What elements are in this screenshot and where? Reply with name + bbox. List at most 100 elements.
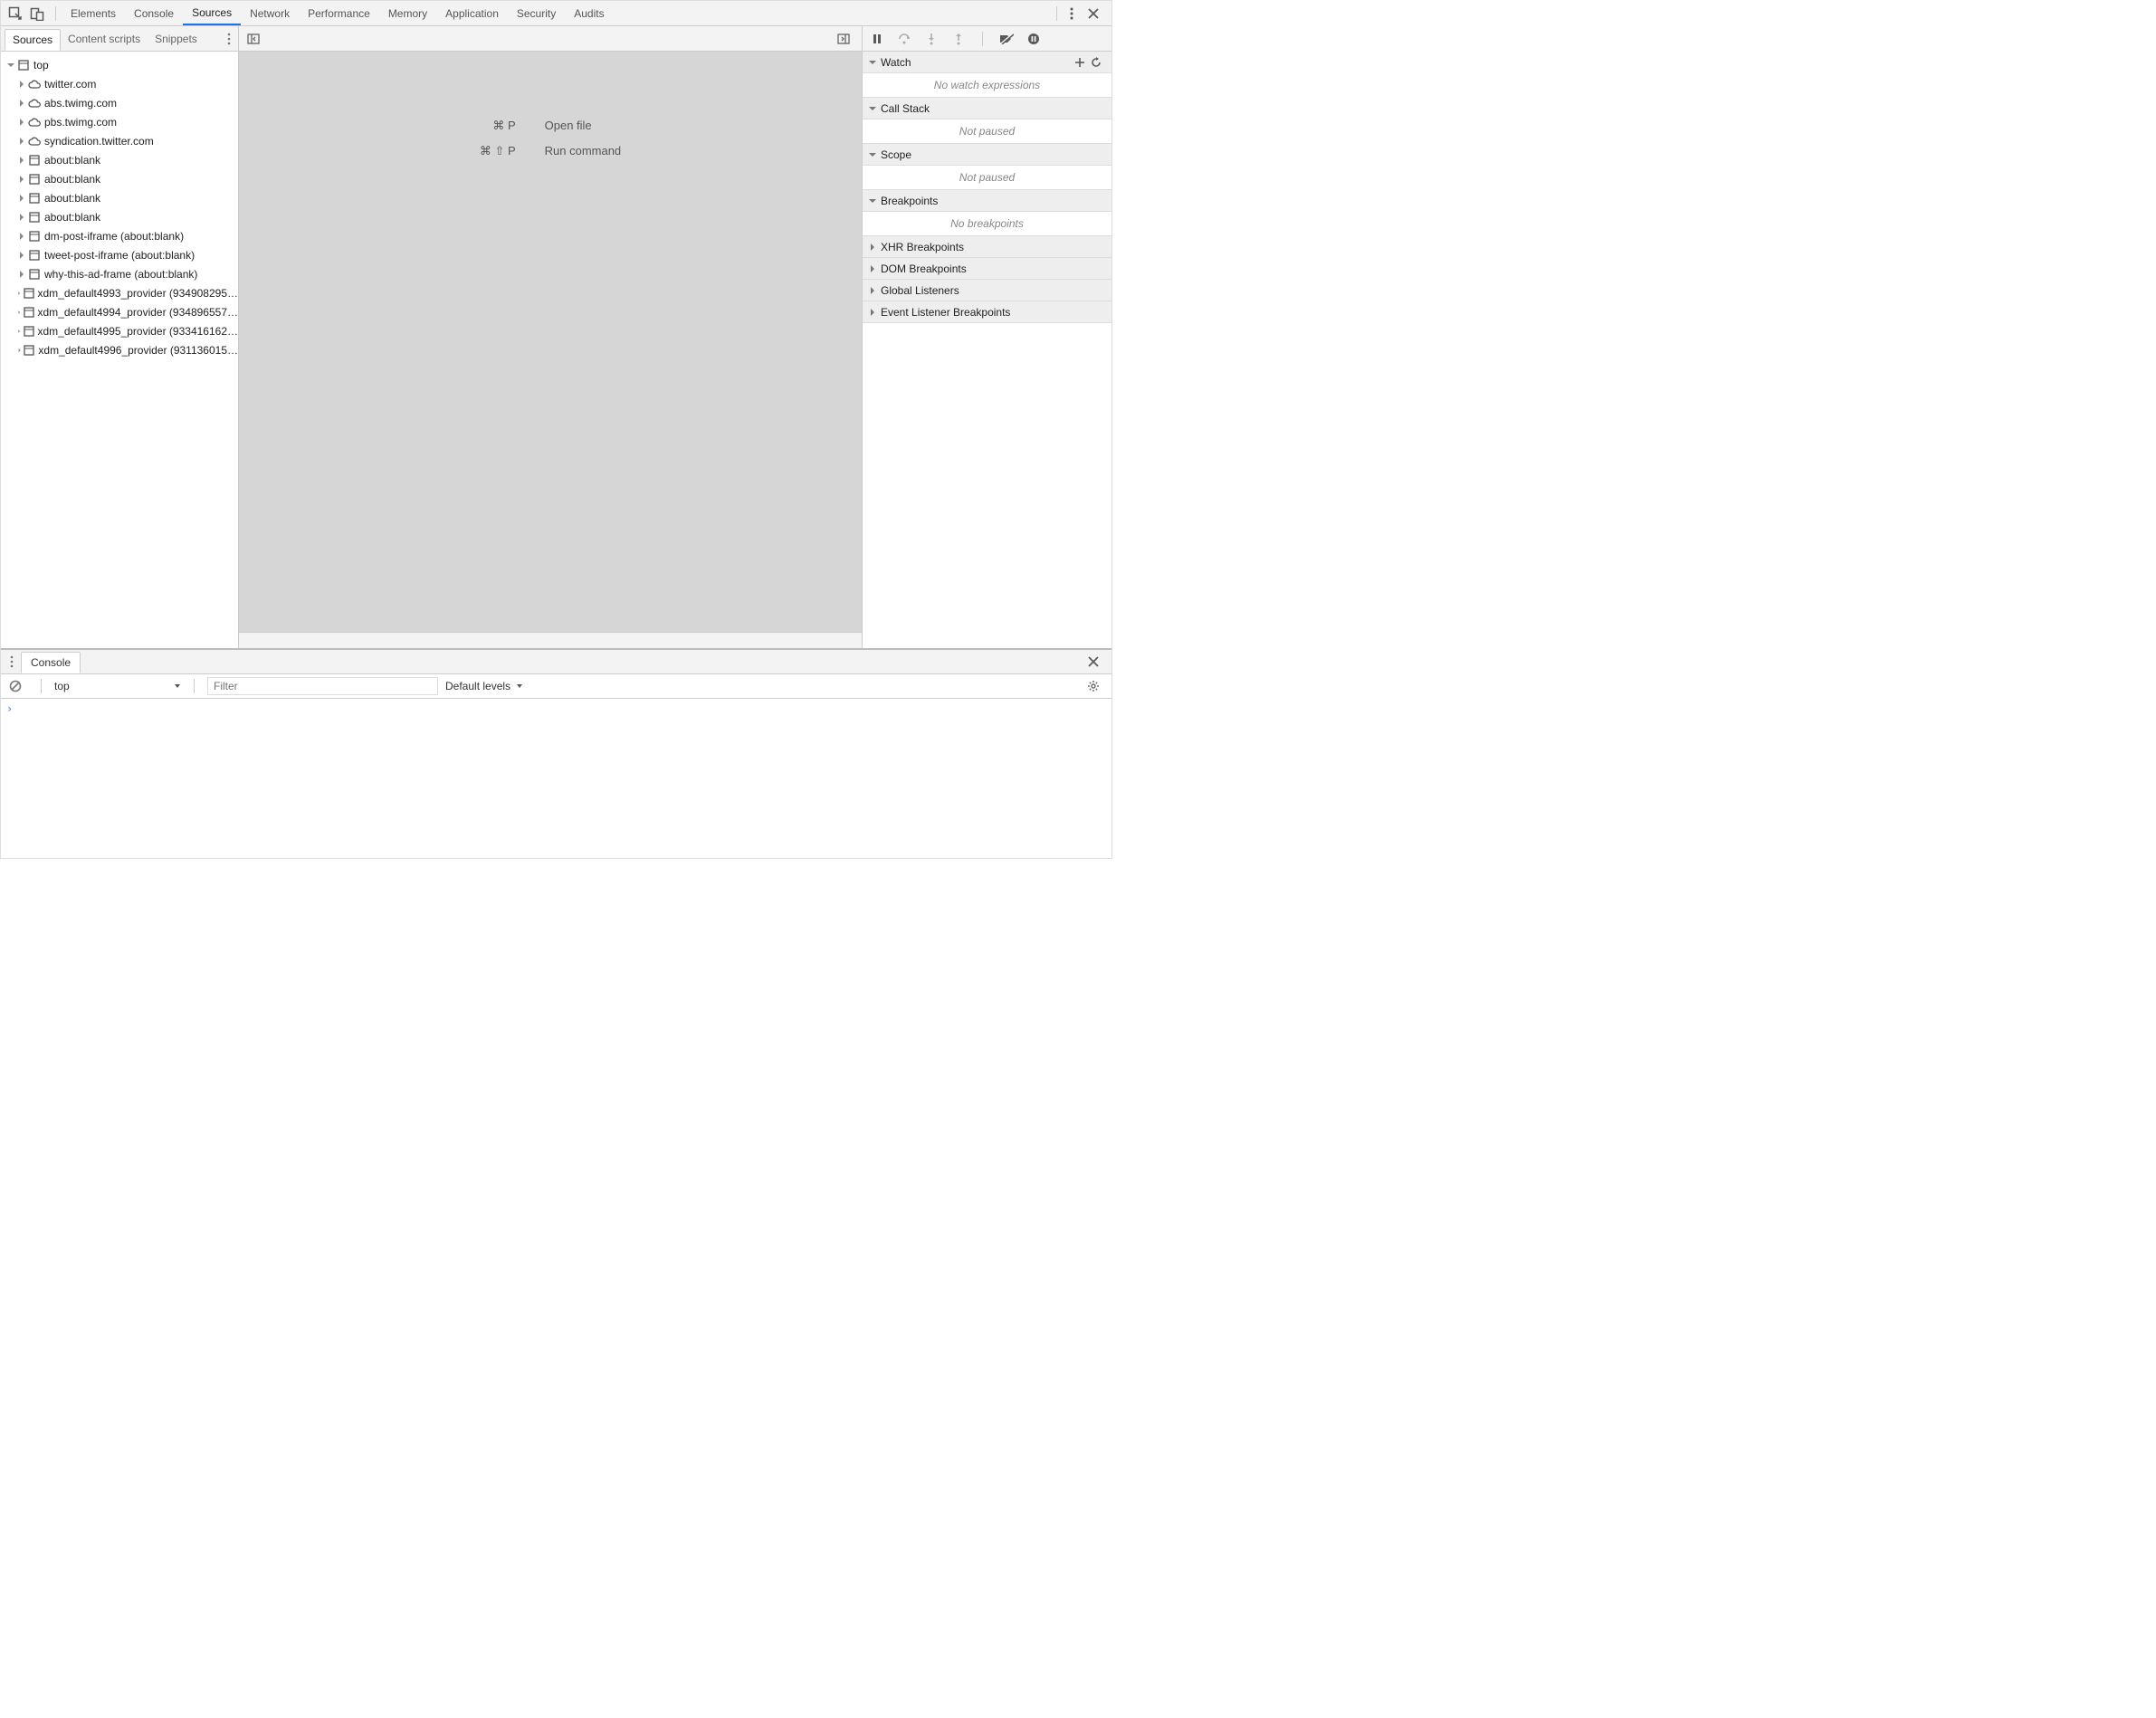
panel-global-listeners[interactable]: Global Listeners bbox=[863, 280, 1111, 301]
tree-root[interactable]: top bbox=[1, 55, 238, 74]
panel-watch[interactable]: Watch bbox=[863, 52, 1111, 73]
panel-title: Breakpoints bbox=[881, 195, 938, 207]
add-icon[interactable] bbox=[1073, 56, 1086, 69]
panel-event-breakpoints[interactable]: Event Listener Breakpoints bbox=[863, 301, 1111, 323]
scope-body: Not paused bbox=[863, 166, 1111, 190]
tab-performance[interactable]: Performance bbox=[299, 1, 379, 25]
chevron-right-icon bbox=[17, 175, 26, 184]
context-value: top bbox=[54, 680, 70, 692]
context-select[interactable]: top bbox=[54, 680, 181, 692]
tree-item[interactable]: pbs.twimg.com bbox=[1, 112, 238, 131]
tree-item[interactable]: about:blank bbox=[1, 169, 238, 188]
tree-label: about:blank bbox=[44, 211, 100, 224]
tab-sources[interactable]: Sources bbox=[183, 1, 241, 25]
pause-on-exceptions-icon[interactable] bbox=[1025, 30, 1043, 48]
nav-tab-content-scripts[interactable]: Content scripts bbox=[61, 29, 148, 49]
chevron-right-icon bbox=[17, 118, 26, 127]
panel-dom-breakpoints[interactable]: DOM Breakpoints bbox=[863, 258, 1111, 280]
tab-network[interactable]: Network bbox=[241, 1, 299, 25]
chevron-down-icon bbox=[868, 150, 877, 159]
chevron-right-icon bbox=[17, 213, 26, 222]
panel-breakpoints[interactable]: Breakpoints bbox=[863, 190, 1111, 212]
pause-icon[interactable] bbox=[868, 30, 886, 48]
kebab-menu-icon[interactable] bbox=[224, 31, 234, 47]
chevron-right-icon bbox=[17, 270, 26, 279]
nav-tab-snippets[interactable]: Snippets bbox=[148, 29, 205, 49]
tree-item[interactable]: twitter.com bbox=[1, 74, 238, 93]
chevron-right-icon bbox=[17, 346, 22, 355]
shortcut-key: ⌘ P bbox=[480, 119, 516, 133]
chevron-right-icon bbox=[17, 327, 22, 336]
panel-title: Call Stack bbox=[881, 102, 930, 115]
frame-icon bbox=[24, 287, 34, 300]
tree-item[interactable]: xdm_default4995_provider (933416162… bbox=[1, 321, 238, 340]
chevron-right-icon bbox=[868, 308, 877, 317]
drawer-tab-console[interactable]: Console bbox=[21, 652, 81, 673]
kebab-menu-icon[interactable] bbox=[6, 654, 17, 670]
cloud-icon bbox=[28, 97, 41, 110]
tab-elements[interactable]: Elements bbox=[62, 1, 125, 25]
chevron-right-icon bbox=[17, 99, 26, 108]
editor-pane: ⌘ P Open file ⌘ ⇧ P Run command bbox=[239, 26, 862, 648]
console-body[interactable]: › bbox=[1, 699, 1111, 858]
tree-item[interactable]: about:blank bbox=[1, 150, 238, 169]
shortcut-label: Run command bbox=[545, 144, 622, 158]
tree-item[interactable]: about:blank bbox=[1, 207, 238, 226]
editor-tabstrip bbox=[239, 26, 862, 52]
filter-input[interactable] bbox=[207, 677, 438, 695]
tree-item[interactable]: xdm_default4993_provider (934908295… bbox=[1, 283, 238, 302]
close-icon[interactable] bbox=[1084, 653, 1102, 671]
divider bbox=[55, 6, 56, 21]
gear-icon[interactable] bbox=[1084, 677, 1102, 695]
show-debugger-icon[interactable] bbox=[835, 30, 853, 48]
tree-label: twitter.com bbox=[44, 78, 96, 91]
tab-console[interactable]: Console bbox=[125, 1, 183, 25]
tree-item[interactable]: syndication.twitter.com bbox=[1, 131, 238, 150]
show-navigator-icon[interactable] bbox=[244, 30, 262, 48]
deactivate-breakpoints-icon[interactable] bbox=[997, 30, 1016, 48]
frame-icon bbox=[28, 211, 41, 224]
tab-security[interactable]: Security bbox=[508, 1, 565, 25]
step-out-icon[interactable] bbox=[949, 30, 968, 48]
tree-item[interactable]: tweet-post-iframe (about:blank) bbox=[1, 245, 238, 264]
cloud-icon bbox=[28, 135, 41, 148]
clear-console-icon[interactable] bbox=[6, 677, 24, 695]
tab-audits[interactable]: Audits bbox=[565, 1, 613, 25]
panel-title: Global Listeners bbox=[881, 284, 959, 297]
nav-tab-sources[interactable]: Sources bbox=[5, 29, 61, 51]
step-over-icon[interactable] bbox=[895, 30, 913, 48]
close-icon[interactable] bbox=[1084, 5, 1102, 23]
tree-label: xdm_default4996_provider (931136015… bbox=[38, 344, 238, 357]
device-toolbar-icon[interactable] bbox=[28, 5, 46, 23]
chevron-right-icon bbox=[17, 194, 26, 203]
panel-title: Watch bbox=[881, 56, 911, 69]
log-levels-label: Default levels bbox=[445, 680, 510, 692]
panel-xhr-breakpoints[interactable]: XHR Breakpoints bbox=[863, 236, 1111, 258]
chevron-right-icon bbox=[17, 232, 26, 241]
drawer-tabstrip: Console bbox=[1, 650, 1111, 674]
tree-item[interactable]: dm-post-iframe (about:blank) bbox=[1, 226, 238, 245]
console-drawer: Console top Default levels bbox=[1, 649, 1111, 858]
divider bbox=[1056, 6, 1057, 21]
log-levels-select[interactable]: Default levels bbox=[445, 680, 523, 692]
tree-item[interactable]: about:blank bbox=[1, 188, 238, 207]
tree-item[interactable]: abs.twimg.com bbox=[1, 93, 238, 112]
tab-application[interactable]: Application bbox=[436, 1, 508, 25]
tree-item[interactable]: why-this-ad-frame (about:blank) bbox=[1, 264, 238, 283]
refresh-icon[interactable] bbox=[1090, 56, 1102, 69]
tab-memory[interactable]: Memory bbox=[379, 1, 436, 25]
tree-item[interactable]: xdm_default4994_provider (934896557… bbox=[1, 302, 238, 321]
panel-scope[interactable]: Scope bbox=[863, 144, 1111, 166]
step-into-icon[interactable] bbox=[922, 30, 940, 48]
chevron-right-icon bbox=[868, 264, 877, 273]
shortcut-key: ⌘ ⇧ P bbox=[480, 144, 516, 158]
top-toolbar: Elements Console Sources Network Perform… bbox=[1, 1, 1111, 26]
tree-label: abs.twimg.com bbox=[44, 97, 117, 110]
panel-callstack[interactable]: Call Stack bbox=[863, 98, 1111, 119]
tree-item[interactable]: xdm_default4996_provider (931136015… bbox=[1, 340, 238, 359]
kebab-menu-icon[interactable] bbox=[1063, 5, 1081, 23]
inspect-element-icon[interactable] bbox=[6, 5, 24, 23]
editor-placeholder: ⌘ P Open file ⌘ ⇧ P Run command bbox=[239, 52, 862, 632]
debugger-toolbar bbox=[863, 26, 1111, 52]
tree-label: xdm_default4993_provider (934908295… bbox=[38, 287, 239, 300]
